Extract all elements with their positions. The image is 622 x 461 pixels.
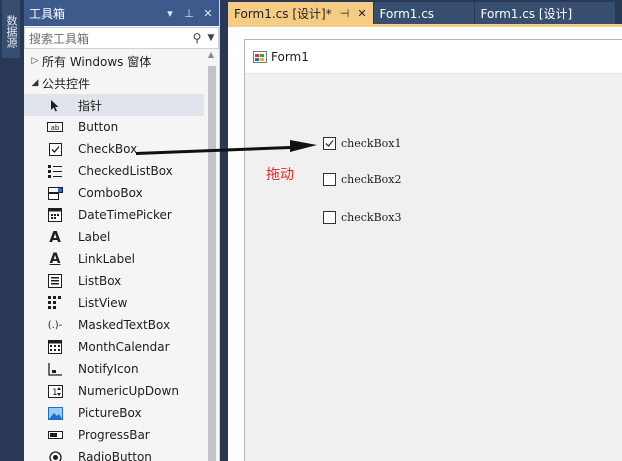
group-label: 所有 Windows 窗体 (42, 54, 152, 69)
form-icon (253, 50, 267, 63)
linklabel-icon: A (49, 251, 61, 267)
monthcalendar-icon (46, 339, 64, 355)
checkbox-checked-icon[interactable] (323, 137, 336, 150)
pin-icon[interactable]: ⊥ (181, 5, 197, 21)
scrollbar-thumb[interactable] (208, 66, 216, 461)
item-label: CheckedListBox (78, 164, 173, 178)
toolbox-search-input[interactable]: 搜索工具箱 ⚲ ▼ (24, 27, 219, 49)
datetimepicker-icon (46, 207, 64, 223)
pin-icon[interactable]: ⊣ (340, 7, 350, 20)
checkbox-icon (46, 141, 64, 157)
tab-form1-designer[interactable]: Form1.cs [设计] (474, 2, 615, 25)
notifyicon-icon (46, 361, 64, 377)
search-placeholder: 搜索工具箱 (29, 31, 90, 46)
search-icon[interactable]: ⚲ (190, 31, 204, 45)
toolbox-item-picturebox[interactable]: PictureBox (24, 402, 204, 424)
label-icon: A (49, 228, 61, 246)
toolbox-title: 工具箱 (29, 6, 66, 21)
toolbox-item-pointer[interactable]: 指针 (24, 94, 204, 116)
item-label: CheckBox (78, 142, 138, 156)
tab-form1-designer-modified[interactable]: Form1.cs [设计]* ⊣ ✕ (228, 2, 373, 25)
checkbox-label: checkBox3 (341, 211, 402, 224)
checkbox3[interactable]: checkBox3 (323, 211, 402, 224)
listview-icon (46, 295, 64, 311)
form-title: Form1 (271, 49, 309, 64)
toolbox-item-listbox[interactable]: ListBox (24, 270, 204, 292)
toolbox-item-linklabel[interactable]: A LinkLabel (24, 248, 204, 270)
svg-text:1: 1 (52, 388, 58, 398)
checkbox-label: checkBox1 (341, 137, 402, 150)
item-label: NotifyIcon (78, 362, 139, 376)
close-icon[interactable]: ✕ (357, 7, 366, 20)
toolbox-item-numericupdown[interactable]: 1 NumericUpDown (24, 380, 204, 402)
toolbox-panel: 工具箱 ▾ ⊥ ✕ 搜索工具箱 ⚲ ▼ ▷ 所有 Windows 窗体 ◢ 公共… (24, 0, 220, 461)
close-icon[interactable]: ✕ (200, 5, 216, 21)
item-label: ListBox (78, 274, 122, 288)
tab-label: Form1.cs (379, 6, 435, 21)
item-label: PictureBox (78, 406, 142, 420)
picturebox-icon (46, 405, 64, 421)
item-label: DateTimePicker (78, 208, 172, 222)
toolbox-item-combobox[interactable]: ComboBox (24, 182, 204, 204)
tab-label: Form1.cs [设计] (480, 7, 573, 21)
checkbox-unchecked-icon[interactable] (323, 211, 336, 224)
listbox-icon (46, 273, 64, 289)
toolbox-item-label[interactable]: A Label (24, 226, 204, 248)
item-label: RadioButton (78, 450, 152, 461)
checkbox-unchecked-icon[interactable] (323, 173, 336, 186)
radiobutton-icon (46, 449, 64, 461)
pointer-icon (46, 97, 64, 113)
checkedlistbox-icon (46, 163, 64, 179)
scroll-up-icon[interactable]: ▲ (205, 50, 217, 62)
item-label: NumericUpDown (78, 384, 179, 398)
tab-label: Form1.cs [设计]* (234, 7, 332, 21)
expanded-arrow-icon[interactable]: ◢ (28, 78, 42, 88)
designer-surface: Form1 checkBox1 checkBox2 checkBox3 (228, 27, 622, 461)
button-icon: ab (46, 119, 64, 135)
dropdown-icon[interactable]: ▾ (162, 5, 178, 21)
toolbox-item-monthcalendar[interactable]: MonthCalendar (24, 336, 204, 358)
item-label: Button (78, 120, 119, 134)
maskedtextbox-icon: (.)- (47, 319, 63, 331)
collapsed-arrow-icon[interactable]: ▷ (28, 56, 42, 66)
item-label: LinkLabel (78, 252, 135, 266)
chevron-down-icon[interactable]: ▼ (204, 33, 218, 43)
toolbox-item-notifyicon[interactable]: NotifyIcon (24, 358, 204, 380)
group-common-controls[interactable]: ◢ 公共控件 (24, 72, 204, 94)
side-strip: 数据源 (0, 0, 22, 461)
toolbox-item-radiobutton[interactable]: RadioButton (24, 446, 204, 461)
svg-text:ab: ab (51, 124, 60, 132)
checkbox2[interactable]: checkBox2 (323, 173, 402, 186)
toolbox-scrollbar[interactable]: ▲ (205, 50, 217, 461)
item-label: ComboBox (78, 186, 143, 200)
toolbox-item-checkbox[interactable]: CheckBox (24, 138, 204, 160)
toolbox-item-maskedtextbox[interactable]: (.)- MaskedTextBox (24, 314, 204, 336)
item-label: ListView (78, 296, 128, 310)
data-sources-tab[interactable]: 数据源 (2, 0, 20, 58)
toolbox-item-datetimepicker[interactable]: DateTimePicker (24, 204, 204, 226)
drag-annotation-label: 拖动 (266, 167, 294, 183)
document-tab-strip: Form1.cs [设计]* ⊣ ✕ Form1.cs Form1.cs [设计… (228, 0, 622, 26)
group-label: 公共控件 (42, 76, 91, 91)
numericupdown-icon: 1 (46, 383, 64, 399)
form-titlebar: Form1 (245, 40, 622, 74)
tab-form1-code[interactable]: Form1.cs (373, 2, 474, 25)
group-all-windows-forms[interactable]: ▷ 所有 Windows 窗体 (24, 50, 204, 72)
item-label: Label (78, 230, 111, 244)
checkbox1[interactable]: checkBox1 (323, 137, 402, 150)
item-label: ProgressBar (78, 428, 150, 442)
combobox-icon (46, 185, 64, 201)
checkbox-label: checkBox2 (341, 173, 402, 186)
toolbox-item-progressbar[interactable]: ProgressBar (24, 424, 204, 446)
toolbox-list: ▷ 所有 Windows 窗体 ◢ 公共控件 指针 ab Button Chec… (24, 50, 204, 461)
item-label: MaskedTextBox (78, 318, 171, 332)
item-label: MonthCalendar (78, 340, 170, 354)
progressbar-icon (46, 427, 64, 443)
toolbox-item-checkedlistbox[interactable]: CheckedListBox (24, 160, 204, 182)
form-window[interactable]: Form1 checkBox1 checkBox2 checkBox3 (244, 39, 622, 461)
toolbox-item-listview[interactable]: ListView (24, 292, 204, 314)
toolbox-item-button[interactable]: ab Button (24, 116, 204, 138)
item-label: 指针 (78, 98, 103, 113)
toolbox-titlebar: 工具箱 ▾ ⊥ ✕ (24, 0, 219, 26)
